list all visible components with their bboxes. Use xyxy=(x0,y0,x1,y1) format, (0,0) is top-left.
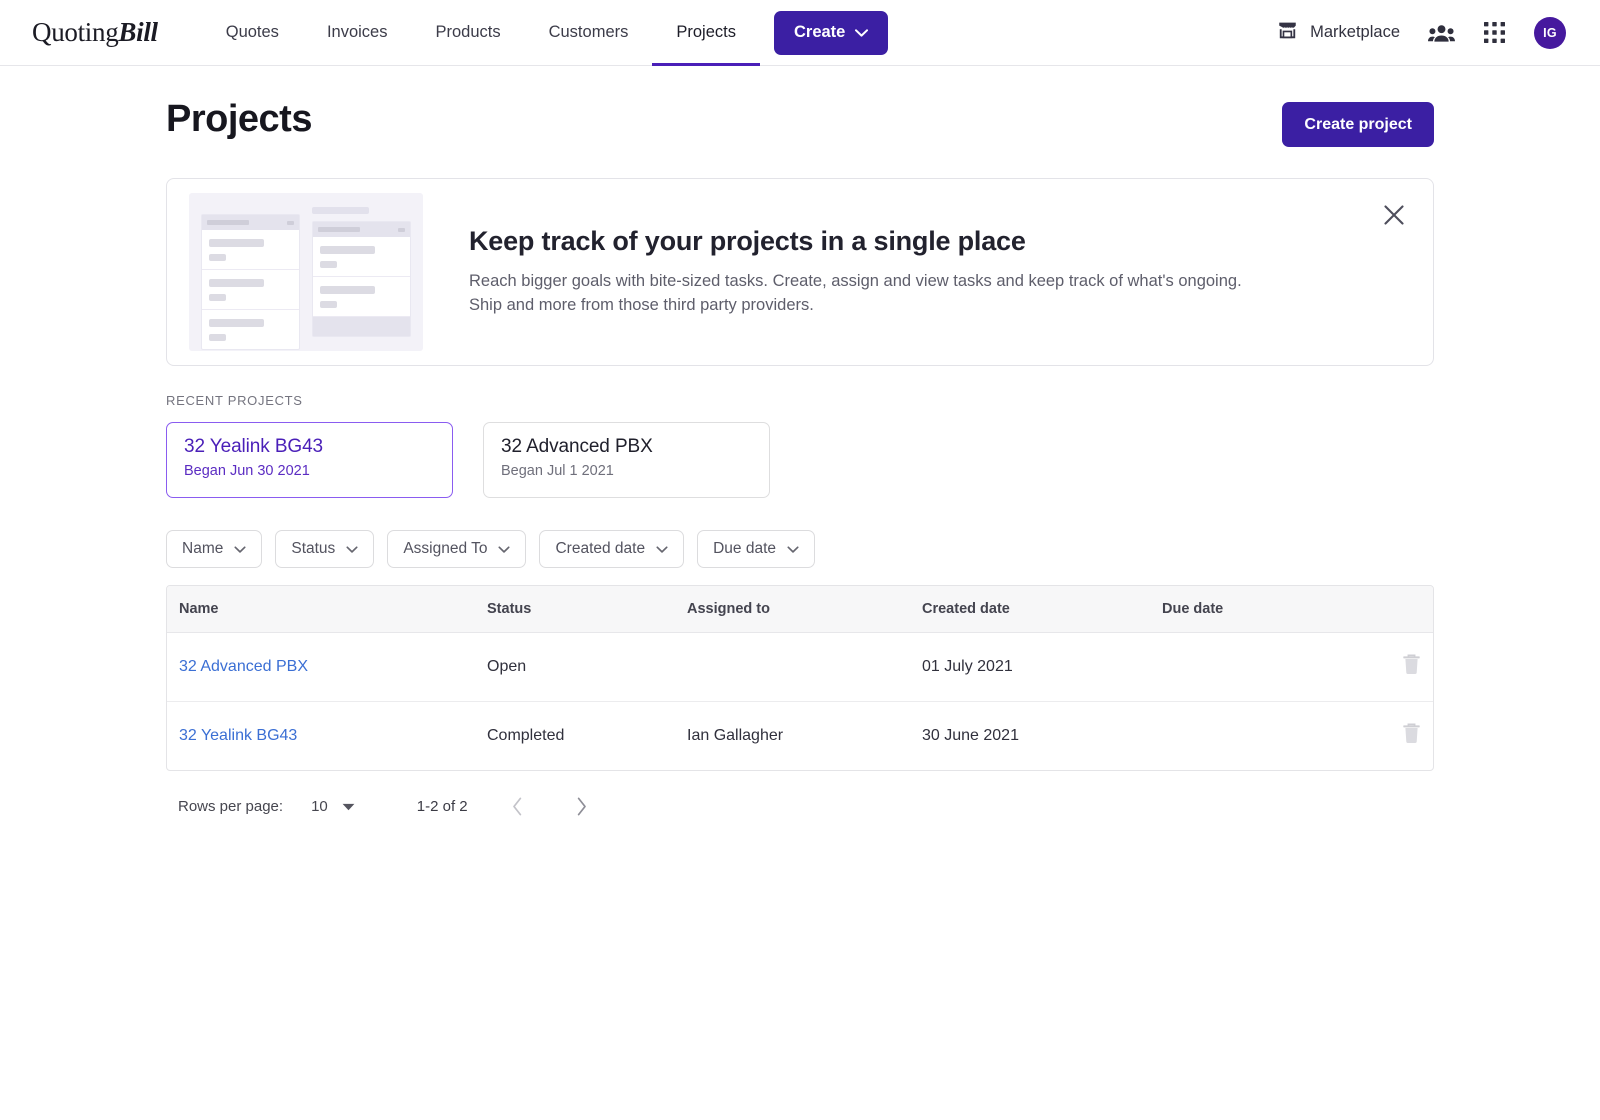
rows-per-page-label: Rows per page: xyxy=(178,798,283,815)
filter-name[interactable]: Name xyxy=(166,530,262,568)
recent-project-card-selected[interactable]: 32 Yealink BG43 Began Jun 30 2021 xyxy=(166,422,453,498)
cell-assigned-to: Ian Gallagher xyxy=(687,702,922,771)
cell-created-date: 30 June 2021 xyxy=(922,702,1162,771)
nav-item-products[interactable]: Products xyxy=(411,0,524,66)
app-logo[interactable]: QuotingBill xyxy=(32,17,158,48)
chevron-down-icon xyxy=(855,23,868,42)
create-project-button[interactable]: Create project xyxy=(1282,102,1434,147)
trash-icon[interactable] xyxy=(1402,723,1421,744)
projects-table: Name Status Assigned to Created date Due… xyxy=(166,585,1434,771)
recent-projects-label: RECENT PROJECTS xyxy=(166,393,1434,408)
logo-text-bold: Bill xyxy=(118,17,157,47)
trash-icon[interactable] xyxy=(1402,654,1421,675)
project-link[interactable]: 32 Yealink BG43 xyxy=(179,727,297,744)
filter-label: Assigned To xyxy=(403,540,487,558)
recent-project-subtitle: Began Jul 1 2021 xyxy=(501,463,752,479)
column-header-status[interactable]: Status xyxy=(487,586,687,633)
cell-assigned-to xyxy=(687,633,922,702)
rows-per-page-value: 10 xyxy=(311,798,328,815)
page-header-row: Projects Create project xyxy=(166,66,1434,147)
filter-bar: Name Status Assigned To Created date Due… xyxy=(166,530,1434,568)
project-link[interactable]: 32 Advanced PBX xyxy=(179,658,308,675)
storefront-icon xyxy=(1276,19,1299,46)
column-header-actions xyxy=(1373,586,1433,633)
promo-banner: Keep track of your projects in a single … xyxy=(166,178,1434,366)
column-header-name[interactable]: Name xyxy=(167,586,487,633)
filter-created-date[interactable]: Created date xyxy=(539,530,684,568)
nav-item-quotes[interactable]: Quotes xyxy=(202,0,303,66)
close-icon[interactable] xyxy=(1379,200,1409,230)
nav-label: Projects xyxy=(676,23,736,42)
kanban-board-illustration xyxy=(189,193,423,351)
filter-label: Due date xyxy=(713,540,776,558)
avatar[interactable]: IG xyxy=(1534,17,1566,49)
nav-label: Quotes xyxy=(226,23,279,42)
recent-projects-list: 32 Yealink BG43 Began Jun 30 2021 32 Adv… xyxy=(166,422,1434,498)
chevron-right-icon[interactable] xyxy=(568,792,596,820)
people-group-icon[interactable] xyxy=(1428,23,1455,43)
column-header-due-date[interactable]: Due date xyxy=(1162,586,1373,633)
promo-banner-title: Keep track of your projects in a single … xyxy=(469,226,1259,257)
nav-item-projects[interactable]: Projects xyxy=(652,0,760,66)
cell-due-date xyxy=(1162,702,1373,771)
nav-item-customers[interactable]: Customers xyxy=(525,0,653,66)
cell-due-date xyxy=(1162,633,1373,702)
cell-status: Open xyxy=(487,633,687,702)
table-row: 32 Advanced PBX Open 01 July 2021 xyxy=(167,633,1433,702)
page-content: Projects Create project xyxy=(0,66,1600,820)
filter-due-date[interactable]: Due date xyxy=(697,530,815,568)
nav-label: Products xyxy=(435,23,500,42)
chevron-down-icon xyxy=(787,540,799,558)
recent-project-subtitle: Began Jun 30 2021 xyxy=(184,463,435,479)
marketplace-link[interactable]: Marketplace xyxy=(1276,19,1400,46)
avatar-initials: IG xyxy=(1543,26,1557,40)
nav-label: Invoices xyxy=(327,23,388,42)
rows-per-page-select[interactable]: 10 xyxy=(311,798,355,815)
page-title: Projects xyxy=(166,98,312,141)
nav-item-invoices[interactable]: Invoices xyxy=(303,0,412,66)
marketplace-label: Marketplace xyxy=(1310,23,1400,42)
filter-status[interactable]: Status xyxy=(275,530,374,568)
pagination: Rows per page: 10 1-2 of 2 xyxy=(166,792,1434,820)
chevron-down-icon xyxy=(498,540,510,558)
app-header: QuotingBill Quotes Invoices Products Cus… xyxy=(0,0,1600,66)
caret-down-icon xyxy=(342,798,355,815)
promo-banner-body: Reach bigger goals with bite-sized tasks… xyxy=(469,270,1259,318)
filter-label: Status xyxy=(291,540,335,558)
table-header-row: Name Status Assigned to Created date Due… xyxy=(167,586,1433,633)
create-dropdown-button[interactable]: Create xyxy=(774,11,888,55)
column-header-created-date[interactable]: Created date xyxy=(922,586,1162,633)
pagination-range: 1-2 of 2 xyxy=(417,798,468,815)
table-row: 32 Yealink BG43 Completed Ian Gallagher … xyxy=(167,702,1433,771)
create-button-label: Create xyxy=(794,23,845,42)
filter-label: Name xyxy=(182,540,223,558)
recent-project-card[interactable]: 32 Advanced PBX Began Jul 1 2021 xyxy=(483,422,770,498)
promo-banner-text: Keep track of your projects in a single … xyxy=(423,226,1319,318)
nav-label: Customers xyxy=(549,23,629,42)
logo-text-regular: Quoting xyxy=(32,17,118,47)
cell-created-date: 01 July 2021 xyxy=(922,633,1162,702)
header-actions: Marketplace xyxy=(1276,17,1566,49)
filter-assigned-to[interactable]: Assigned To xyxy=(387,530,526,568)
apps-grid-icon[interactable] xyxy=(1483,21,1506,44)
chevron-left-icon[interactable] xyxy=(504,792,532,820)
recent-project-title: 32 Yealink BG43 xyxy=(184,436,435,458)
chevron-down-icon xyxy=(656,540,668,558)
chevron-down-icon xyxy=(346,540,358,558)
column-header-assigned-to[interactable]: Assigned to xyxy=(687,586,922,633)
main-nav: Quotes Invoices Products Customers Proje… xyxy=(202,0,760,66)
cell-status: Completed xyxy=(487,702,687,771)
recent-project-title: 32 Advanced PBX xyxy=(501,436,752,458)
chevron-down-icon xyxy=(234,540,246,558)
filter-label: Created date xyxy=(555,540,645,558)
